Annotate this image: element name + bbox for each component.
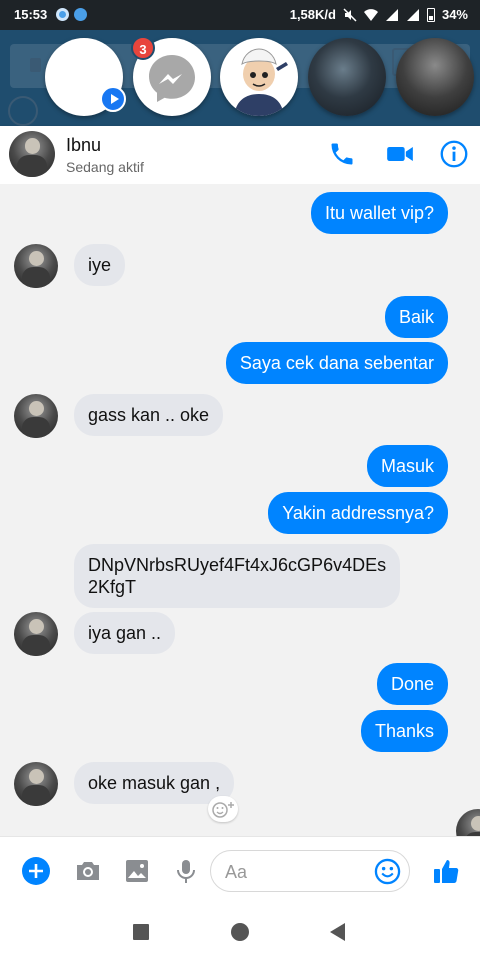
message-list[interactable]: Itu wallet vip? iye Baik Saya cek dana s… — [0, 184, 480, 853]
message-line: 2KfgT — [88, 577, 137, 597]
recent-apps-icon[interactable] — [130, 921, 152, 943]
message-bubble[interactable]: Thanks — [360, 710, 448, 752]
status-bar: 15:53 1,58K/d 34% — [0, 0, 480, 30]
message-bubble[interactable]: iye — [74, 244, 126, 286]
message-bubble[interactable]: Baik — [384, 296, 448, 338]
message-bubble[interactable]: iya gan .. — [74, 612, 176, 654]
chat-head-messenger[interactable]: 3 — [131, 36, 211, 116]
contact-name[interactable]: Ibnu — [66, 135, 101, 156]
play-icon — [100, 86, 126, 112]
microphone-icon[interactable] — [172, 857, 200, 885]
message-bubble[interactable]: Done — [376, 663, 448, 705]
messenger-notification-icon — [74, 8, 87, 21]
system-nav-bar — [0, 904, 480, 960]
signal-icon-2 — [406, 8, 419, 21]
message-bubble[interactable]: Saya cek dana sebentar — [225, 342, 448, 384]
composer-bar — [0, 836, 480, 904]
message-input[interactable] — [225, 860, 365, 884]
contact-avatar-small — [14, 394, 58, 438]
back-icon[interactable] — [327, 921, 349, 943]
chat-head-video[interactable] — [45, 38, 126, 116]
home-icon[interactable] — [229, 921, 251, 943]
network-speed: 1,58K/d — [289, 7, 336, 22]
contact-status: Sedang aktif — [66, 159, 144, 175]
contact-avatar-small — [14, 244, 58, 288]
message-bubble[interactable]: DNpVNrbsRUyef4Ft4xJ6cGP6v4DEs 2KfgT — [74, 544, 401, 608]
gallery-icon[interactable] — [123, 857, 151, 885]
battery-icon — [426, 7, 435, 22]
emoji-icon[interactable] — [374, 858, 401, 885]
video-camera-icon[interactable] — [386, 140, 414, 168]
contact-avatar[interactable] — [9, 131, 55, 177]
message-bubble[interactable]: Itu wallet vip? — [310, 192, 448, 234]
chat-head-ibnu[interactable] — [396, 38, 474, 116]
battery-percent: 34% — [441, 7, 468, 22]
chat-head-photo[interactable] — [308, 38, 386, 116]
camera-icon[interactable] — [74, 857, 102, 885]
message-line: DNpVNrbsRUyef4Ft4xJ6cGP6v4DEs — [88, 555, 387, 575]
add-reaction-icon[interactable] — [208, 796, 238, 822]
chat-heads-bar: 3 — [0, 30, 480, 156]
message-bubble[interactable]: oke masuk gan , — [74, 762, 235, 804]
phone-icon[interactable] — [328, 140, 356, 168]
conversation-header: Ibnu Sedang aktif — [0, 126, 480, 184]
background-icon — [8, 96, 38, 126]
chat-head-cartoon[interactable] — [220, 38, 298, 116]
mute-icon — [343, 7, 357, 22]
add-icon[interactable] — [22, 857, 50, 885]
chrome-notification-icon — [56, 8, 69, 21]
unread-badge: 3 — [131, 36, 155, 60]
message-bubble[interactable]: gass kan .. oke — [74, 394, 224, 436]
signal-icon — [385, 8, 398, 21]
contact-avatar-small — [14, 612, 58, 656]
message-bubble[interactable]: Yakin addressnya? — [268, 492, 448, 534]
wifi-icon — [363, 8, 378, 21]
lock-icon — [30, 58, 41, 72]
contact-avatar-small — [14, 762, 58, 806]
message-bubble[interactable]: Masuk — [366, 445, 448, 487]
message-input-container[interactable] — [210, 850, 410, 892]
status-time: 15:53 — [14, 7, 48, 22]
thumbs-up-icon[interactable] — [432, 857, 460, 885]
cartoon-avatar-icon — [234, 48, 288, 116]
info-icon[interactable] — [440, 140, 468, 168]
